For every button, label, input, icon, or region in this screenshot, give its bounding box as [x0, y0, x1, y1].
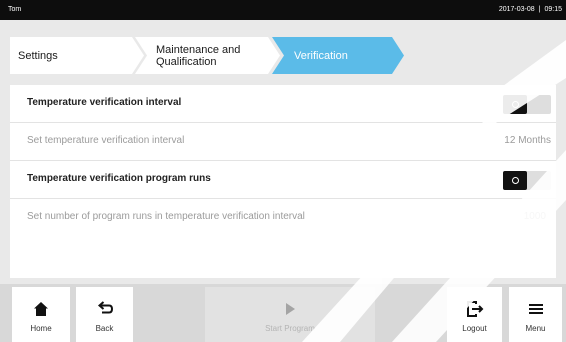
set-runs-value: 1000 [523, 211, 546, 222]
breadcrumb-settings-label: Settings [18, 49, 58, 62]
menu-label: Menu [525, 324, 546, 333]
toggle-ring-icon [511, 101, 519, 108]
back-button[interactable]: Back [76, 287, 133, 342]
start-program-button[interactable]: Start Program [205, 287, 375, 342]
settings-panel: Temperature verification interval Set te… [10, 85, 556, 278]
logout-icon [466, 296, 484, 322]
menu-icon [528, 296, 543, 322]
set-interval-label: Set temperature verification interval [27, 135, 185, 146]
setting-row-set-interval[interactable]: Set temperature verification interval 12… [10, 123, 556, 161]
status-time: 09:15 [544, 6, 562, 13]
status-bar: Tom 2017-03-08 | 09:15 [0, 0, 566, 20]
logout-button[interactable]: Logout [447, 287, 502, 342]
breadcrumb: Settings Maintenance and Qualification V… [10, 37, 556, 74]
play-icon [284, 296, 296, 322]
back-icon [97, 296, 113, 322]
program-runs-toggle[interactable] [503, 171, 551, 190]
home-icon [33, 296, 49, 322]
set-runs-label: Set number of program runs in temperatur… [27, 211, 305, 222]
setting-row-temp-interval: Temperature verification interval [10, 85, 556, 123]
status-datetime: 2017-03-08 | 09:15 [499, 6, 562, 13]
breadcrumb-settings[interactable]: Settings [10, 37, 144, 74]
status-date: 2017-03-08 [498, 6, 535, 13]
program-runs-label: Temperature verification program runs [27, 173, 211, 184]
user-name: Tom [8, 6, 22, 13]
home-button[interactable]: Home [12, 287, 70, 342]
toggle-knob [503, 95, 527, 114]
back-label: Back [95, 324, 114, 333]
menu-button[interactable]: Menu [509, 287, 562, 342]
setting-row-program-runs: Temperature verification program runs [10, 161, 556, 199]
breadcrumb-maintenance-label: Maintenance and Qualification [156, 43, 241, 68]
logout-label: Logout [462, 324, 487, 333]
breadcrumb-verification-label: Verification [294, 49, 348, 62]
temp-interval-toggle[interactable] [503, 95, 551, 114]
set-interval-value: 12 Months [504, 135, 551, 146]
setting-row-set-runs[interactable]: Set number of program runs in temperatur… [10, 199, 556, 237]
home-label: Home [30, 324, 52, 333]
toggle-ring-icon [511, 177, 519, 184]
bottom-toolbar: Home Back Start Program Logout Menu [0, 284, 566, 342]
temp-interval-label: Temperature verification interval [27, 97, 182, 108]
breadcrumb-verification[interactable]: Verification [272, 37, 404, 74]
status-separator: | [538, 6, 541, 13]
breadcrumb-maintenance[interactable]: Maintenance and Qualification [135, 37, 280, 74]
start-program-label: Start Program [265, 324, 315, 333]
toggle-knob [503, 171, 527, 190]
